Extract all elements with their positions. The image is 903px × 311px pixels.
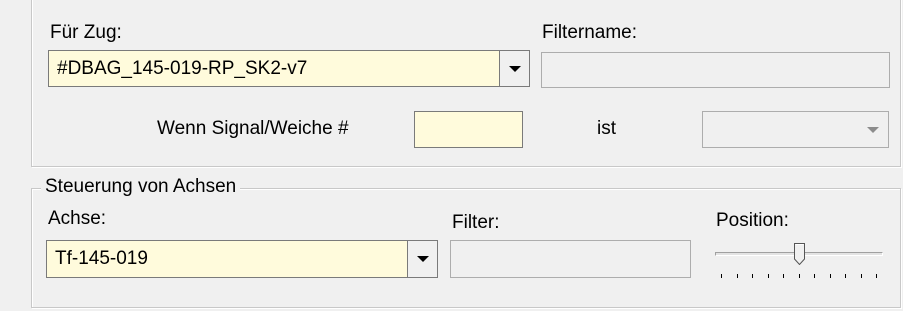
axis-combobox-value[interactable]: Tf-145-019 [55, 241, 148, 277]
position-label: Position: [716, 210, 789, 231]
slider-tick [721, 274, 722, 278]
slider-tick [752, 274, 753, 278]
signal-label: Wenn Signal/Weiche # [157, 118, 349, 139]
axis-control-legend: Steuerung von Achsen [41, 175, 241, 199]
train-combobox-value[interactable]: #DBAG_145-019-RP_SK2-v7 [57, 51, 307, 86]
slider-tick [737, 274, 738, 278]
signal-state-dropdown-button[interactable] [858, 112, 888, 147]
is-label: ist [597, 118, 616, 139]
chevron-down-icon [508, 65, 521, 72]
signal-state-combobox[interactable] [702, 111, 889, 148]
slider-tick [768, 274, 769, 278]
filter-label: Filter: [452, 212, 500, 233]
axis-dropdown-button[interactable] [407, 241, 437, 277]
train-combobox[interactable]: #DBAG_145-019-RP_SK2-v7 [48, 50, 530, 87]
chevron-down-icon [416, 256, 429, 262]
axis-filter-field[interactable] [450, 240, 691, 278]
slider-thumb[interactable] [794, 243, 805, 265]
filter-name-label: Filtername: [542, 22, 638, 43]
train-label: Für Zug: [50, 22, 122, 43]
slider-tick [876, 274, 877, 278]
slider-tick [845, 274, 846, 278]
slider-tick [799, 274, 800, 278]
signal-number-field[interactable] [414, 111, 523, 148]
chevron-down-icon [867, 126, 879, 133]
slider-tick [814, 274, 815, 278]
axis-combobox[interactable]: Tf-145-019 [46, 240, 438, 278]
filter-name-field[interactable] [541, 52, 890, 88]
train-dropdown-button[interactable] [499, 51, 529, 86]
axis-label: Achse: [48, 208, 107, 229]
slider-tick [783, 274, 784, 278]
slider-tick [861, 274, 862, 278]
slider-tick [830, 274, 831, 278]
